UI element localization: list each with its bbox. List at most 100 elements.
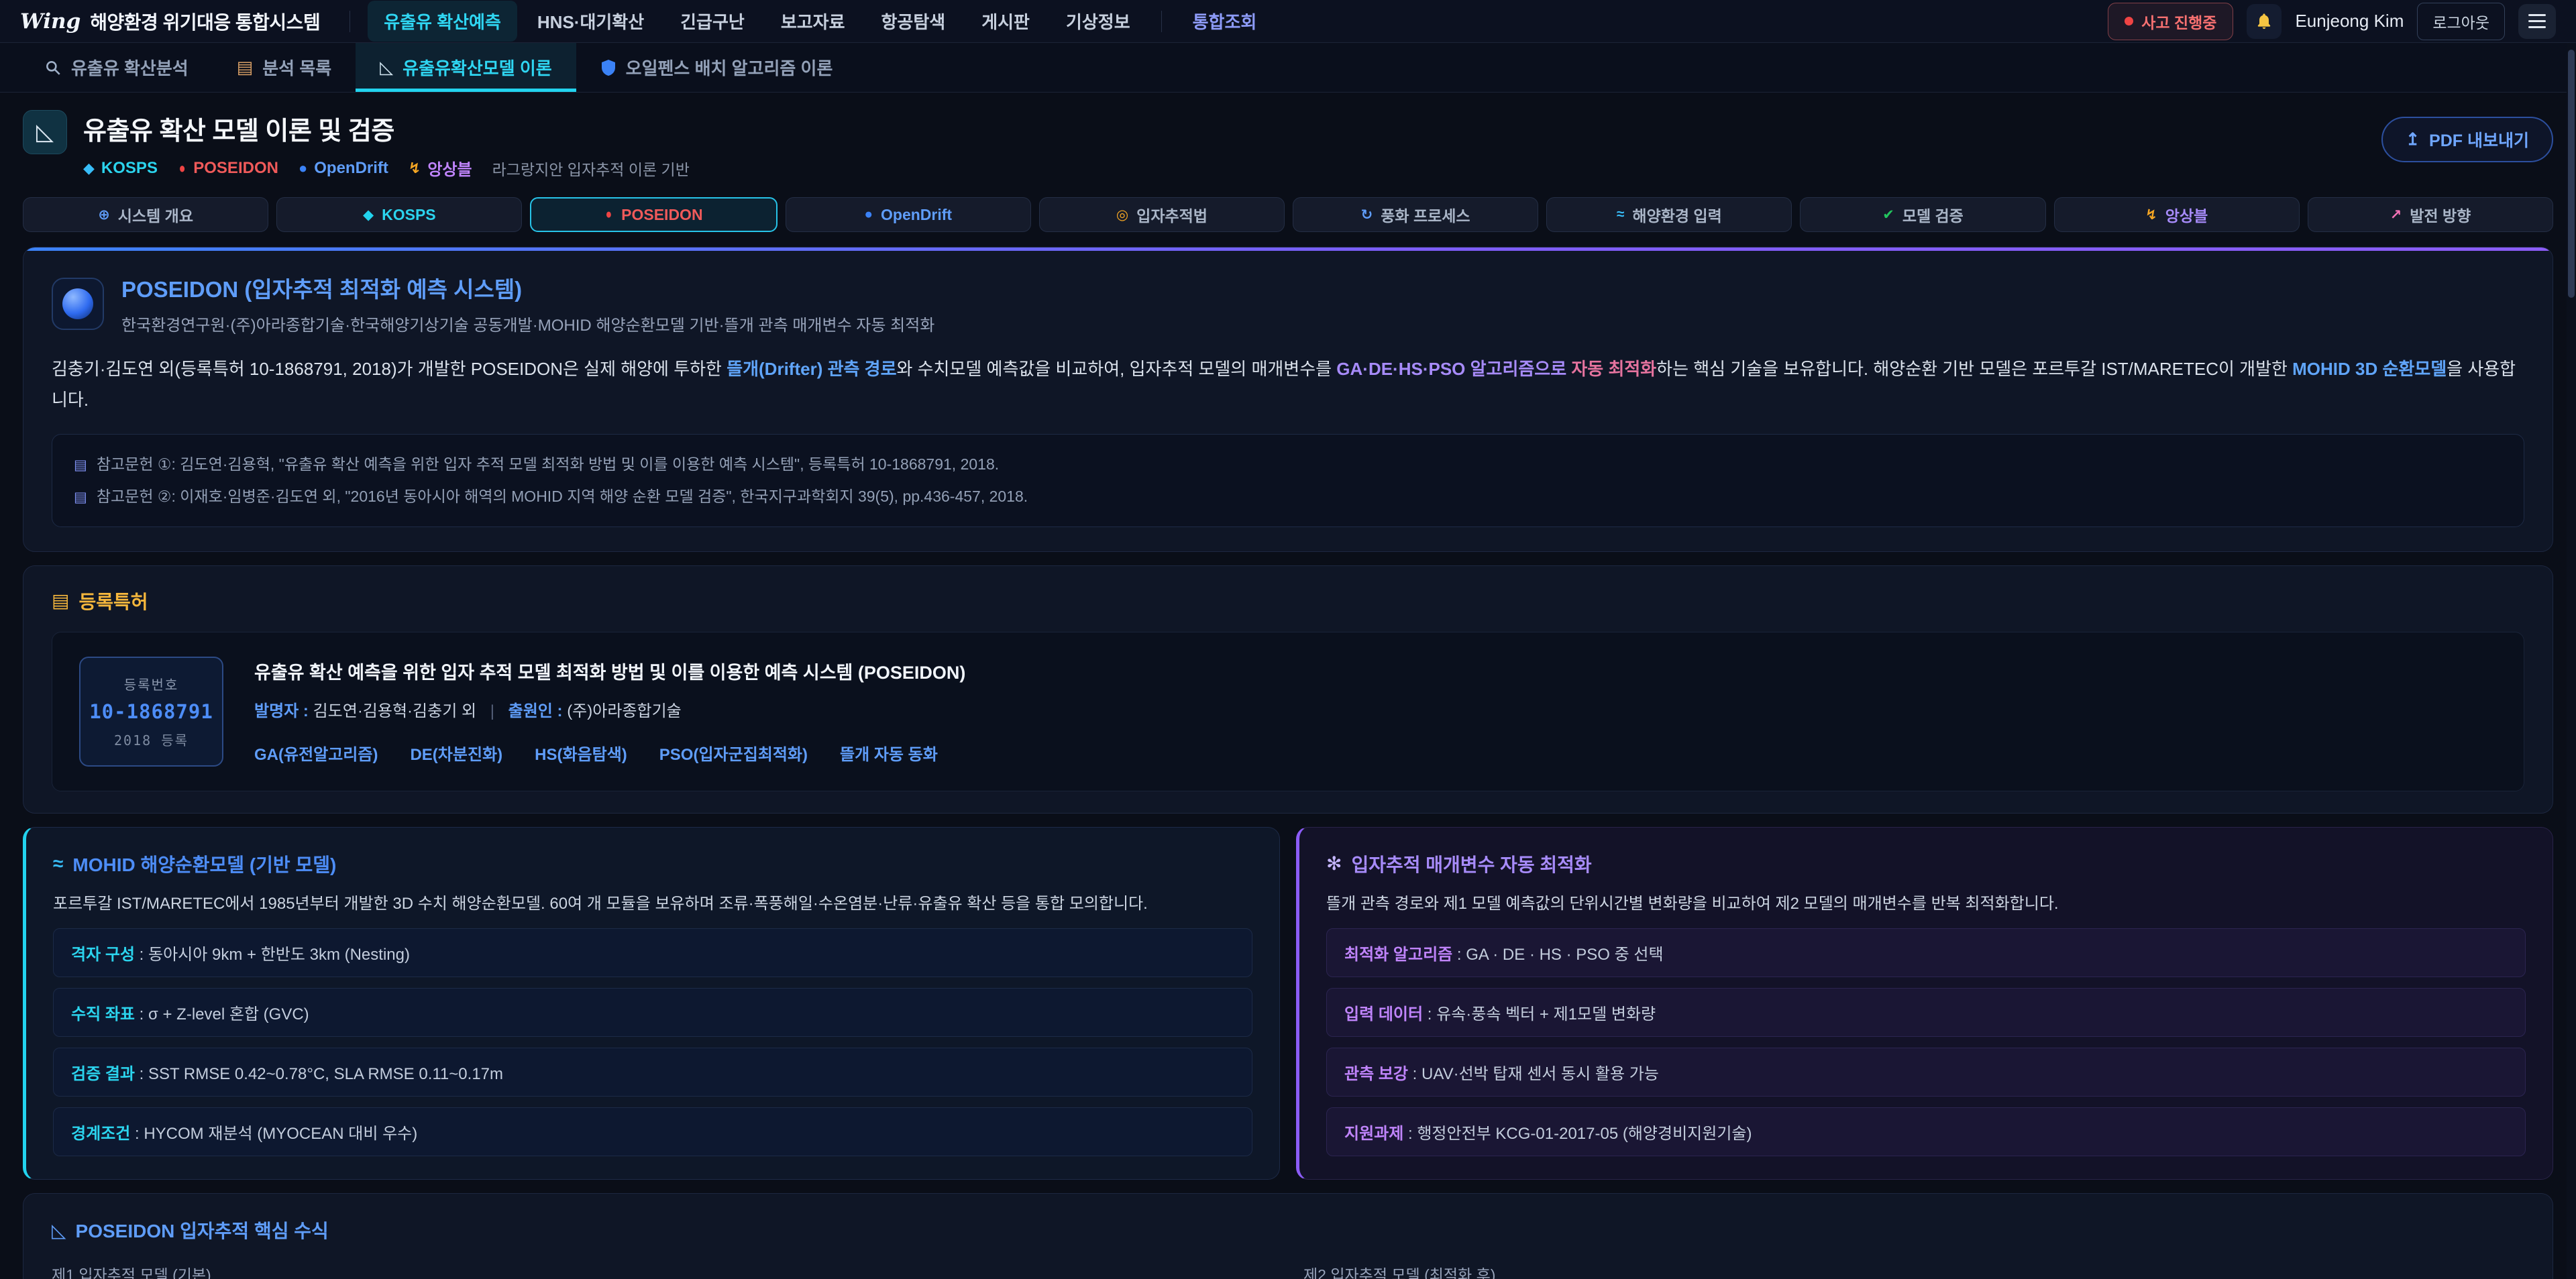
diamond-icon: ◆ (83, 160, 95, 177)
section-tab-model-validation[interactable]: ✔모델 검증 (1800, 197, 2045, 232)
ellipse-icon: ● (606, 207, 612, 223)
section-tab-ocean-env-input[interactable]: ≈해양환경 입력 (1546, 197, 1792, 232)
nav-weather-info[interactable]: 기상정보 (1050, 1, 1146, 42)
compass-icon: ◎ (1116, 207, 1128, 223)
mohid-model-card: ≈ MOHID 해양순환모델 (기반 모델) 포르투갈 IST/MARETEC에… (23, 827, 1280, 1180)
tab-oil-fence-algorithm-theory[interactable]: 오일펜스 배치 알고리즘 이론 (576, 43, 857, 92)
tab-label: 유출유확산모델 이론 (402, 55, 552, 80)
set-square-icon: ◺ (52, 1219, 66, 1241)
set-square-icon: ◺ (36, 119, 54, 146)
ellipse-icon: ● (179, 160, 186, 177)
circle-icon: ● (864, 207, 873, 223)
formula-model2: 제2 입자추적 모델 (최적화 후) Revised_x = a1·curren… (1303, 1262, 2524, 1279)
system-title: 해양환경 위기대응 통합시스템 (90, 8, 320, 35)
patent-section-header: ▤ 등록특허 (52, 588, 2524, 614)
scrollbar-thumb[interactable] (2568, 50, 2575, 298)
title-note: 라그랑지안 입자추적 이론 기반 (492, 157, 690, 180)
section-tab-future-direction[interactable]: ↗발전 방향 (2308, 197, 2553, 232)
spec-row-observation: 관측 보강 : UAV·선박 탑재 센서 동시 활용 가능 (1326, 1048, 2526, 1097)
section-tab-ensemble[interactable]: ↯앙상블 (2054, 197, 2300, 232)
opt-card-description: 뜰개 관측 경로와 제1 모델 예측값의 단위시간별 변화량을 비교하여 제2 … (1326, 891, 2526, 918)
nav-reports[interactable]: 보고자료 (765, 1, 861, 42)
notification-bell-button[interactable] (2247, 4, 2282, 39)
document-icon: ▤ (74, 483, 87, 512)
patent-info: 유출유 확산 예측을 위한 입자 추적 모델 최적화 방법 및 이를 이용한 예… (254, 658, 965, 765)
circle-icon: ● (299, 160, 307, 177)
vertical-scrollbar[interactable] (2567, 43, 2576, 1279)
clipboard-icon: ▤ (237, 57, 254, 78)
wave-icon: ≈ (53, 853, 63, 875)
nav-board[interactable]: 게시판 (965, 1, 1046, 42)
tag-drifter-assimilation[interactable]: 뜰개 자동 동화 (840, 741, 938, 765)
tag-pso[interactable]: PSO(입자군집최적화) (659, 741, 808, 765)
spec-row-vertical: 수직 좌표 : σ + Z-level 혼합 (GVC) (53, 988, 1252, 1037)
formula-section-header: ◺ POSEIDON 입자추적 핵심 수식 (52, 1217, 2524, 1243)
tab-analysis-list[interactable]: ▤ 분석 목록 (213, 43, 356, 92)
patent-tags: GA(유전알고리즘) DE(차분진화) HS(화음탐색) PSO(입자군집최적화… (254, 741, 965, 765)
main-nav: 유출유 확산예측 HNS·대기확산 긴급구난 보고자료 항공탐색 게시판 기상정… (368, 1, 1273, 42)
rocket-icon: ↗ (2390, 207, 2402, 223)
section-tab-bar: ⊕시스템 개요 ◆KOSPS ●POSEIDON ●OpenDrift ◎입자추… (23, 197, 2553, 232)
logout-button[interactable]: 로그아웃 (2417, 3, 2505, 40)
parameter-optimization-card: ✻ 입자추적 매개변수 자동 최적화 뜰개 관측 경로와 제1 모델 예측값의 … (1296, 827, 2553, 1180)
poseidon-header: POSEIDON (입자추적 최적화 예측 시스템) 한국환경연구원·(주)아라… (52, 272, 2524, 335)
wave-icon: ≈ (1617, 207, 1625, 223)
globe-icon: ⊕ (98, 207, 110, 223)
patent-people-line: 발명자 : 김도연·김용혁·김충기 외 | 출원인 : (주)아라종합기술 (254, 698, 965, 721)
incident-dot-icon (2125, 17, 2133, 25)
badge-ensemble: ↯앙상블 (409, 156, 472, 180)
page-header: ◺ 유출유 확산 모델 이론 및 검증 ◆KOSPS ●POSEIDON ●Op… (0, 93, 2576, 184)
spec-row-algorithm: 최적화 알고리즘 : GA · DE · HS · PSO 중 선택 (1326, 928, 2526, 977)
tag-hs[interactable]: HS(화음탐색) (535, 741, 627, 765)
patent-year: 2018 등록 (87, 730, 215, 749)
page-title-block: 유출유 확산 모델 이론 및 검증 ◆KOSPS ●POSEIDON ●Open… (83, 110, 690, 180)
opt-card-title: ✻ 입자추적 매개변수 자동 최적화 (1326, 850, 2526, 877)
reference-1: ▤참고문헌 ①: 김도연·김용혁, "유출유 확산 예측을 위한 입자 추적 모… (74, 448, 2502, 480)
lightning-icon: ↯ (409, 160, 421, 177)
patent-number: 10-1868791 (87, 700, 215, 723)
spec-row-validation: 검증 결과 : SST RMSE 0.42~0.78°C, SLA RMSE 0… (53, 1048, 1252, 1097)
top-bar: Wing 해양환경 위기대응 통합시스템 유출유 확산예측 HNS·대기확산 긴… (0, 0, 2576, 43)
section-tab-kosps[interactable]: ◆KOSPS (276, 197, 522, 232)
lightning-icon: ↯ (2145, 207, 2157, 223)
section-tab-weathering-process[interactable]: ↻풍화 프로세스 (1293, 197, 1538, 232)
tab-label: 유출유 확산분석 (71, 55, 189, 80)
menu-button[interactable] (2518, 4, 2556, 39)
highlight-mohid: MOHID 3D 순환모델 (2292, 359, 2447, 379)
references-box: ▤참고문헌 ①: 김도연·김용혁, "유출유 확산 예측을 위한 입자 추적 모… (52, 434, 2524, 527)
nav-emergency-rescue[interactable]: 긴급구난 (664, 1, 761, 42)
page-title-icon: ◺ (23, 110, 67, 154)
mohid-card-description: 포르투갈 IST/MARETEC에서 1985년부터 개발한 3D 수치 해양순… (53, 891, 1252, 918)
nav-hns-diffusion[interactable]: HNS·대기확산 (521, 1, 660, 42)
section-tab-particle-tracking[interactable]: ◎입자추적법 (1039, 197, 1285, 232)
pdf-export-button[interactable]: ↥ PDF 내보내기 (2381, 117, 2553, 162)
poseidon-subtitle: 한국환경연구원·(주)아라종합기술·한국해양기상기술 공동개발·MOHID 해양… (121, 312, 934, 335)
page-title: 유출유 확산 모델 이론 및 검증 (83, 110, 690, 147)
tag-de[interactable]: DE(차분진화) (410, 741, 502, 765)
tab-diffusion-model-theory[interactable]: ◺ 유출유확산모델 이론 (356, 43, 576, 92)
logo-icon: Wing (20, 9, 80, 34)
incident-label: 사고 진행중 (2141, 10, 2216, 33)
set-square-icon: ◺ (380, 57, 393, 78)
tag-ga[interactable]: GA(유전알고리즘) (254, 741, 378, 765)
nav-oil-spill-prediction[interactable]: 유출유 확산예측 (368, 1, 517, 42)
incident-status-badge[interactable]: 사고 진행중 (2108, 3, 2233, 40)
spec-row-grid: 격자 구성 : 동아시아 9km + 한반도 3km (Nesting) (53, 928, 1252, 977)
section-tab-opendrift[interactable]: ●OpenDrift (786, 197, 1031, 232)
app-logo: Wing 해양환경 위기대응 통합시스템 (20, 8, 320, 35)
formula-model1: 제1 입자추적 모델 (기본) Model_x = Δt × current_u… (52, 1262, 1273, 1279)
document-icon: ▤ (74, 451, 87, 480)
user-name: Eunjeong Kim (2295, 11, 2404, 32)
section-tab-system-overview[interactable]: ⊕시스템 개요 (23, 197, 268, 232)
nav-aerial-search[interactable]: 항공탐색 (865, 1, 962, 42)
badge-opendrift: ●OpenDrift (299, 159, 388, 178)
scroll-icon: ▤ (52, 590, 69, 612)
model1-label: 제1 입자추적 모델 (기본) (52, 1262, 1273, 1279)
diamond-icon: ◆ (363, 207, 374, 223)
sub-tab-bar: 유출유 확산분석 ▤ 분석 목록 ◺ 유출유확산모델 이론 오일펜스 배치 알고… (0, 43, 2576, 93)
tab-oil-spill-analysis[interactable]: 유출유 확산분석 (20, 43, 213, 92)
microscope-icon (44, 59, 62, 76)
section-tab-poseidon[interactable]: ●POSEIDON (530, 197, 777, 232)
divider (1161, 11, 1162, 32)
nav-integrated-search[interactable]: 통합조회 (1177, 1, 1273, 42)
